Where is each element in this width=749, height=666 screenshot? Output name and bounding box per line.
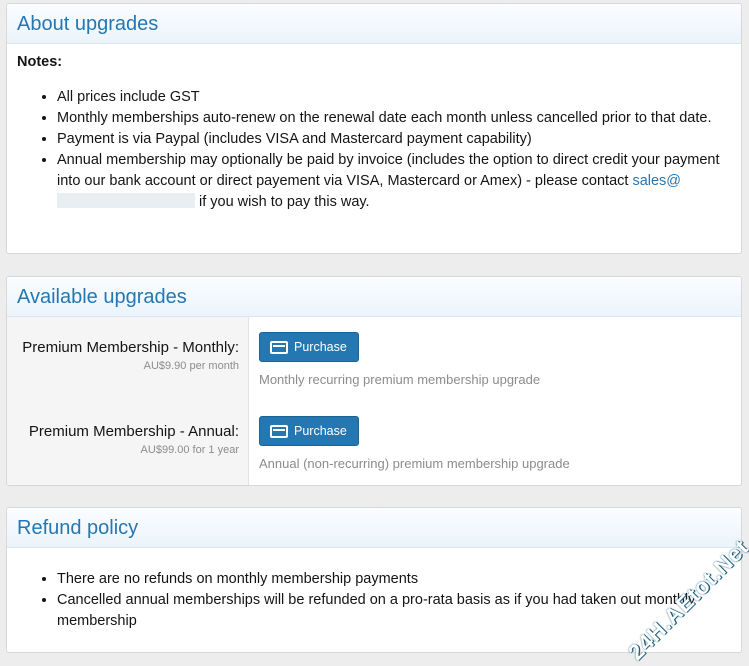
upgrade-price: AU$9.90 per month <box>143 360 239 372</box>
purchase-monthly-button[interactable]: Purchase <box>259 332 359 362</box>
list-item: Annual membership may optionally be paid… <box>57 150 741 213</box>
upgrade-description: Annual (non-recurring) premium membershi… <box>259 456 570 471</box>
purchase-button-label: Purchase <box>294 424 347 438</box>
upgrade-row-annual: Premium Membership - Annual: AU$99.00 fo… <box>7 401 741 485</box>
about-upgrades-block: About upgrades Notes: All prices include… <box>6 3 742 254</box>
upgrade-row-monthly: Premium Membership - Monthly: AU$9.90 pe… <box>7 317 741 401</box>
upgrade-price: AU$99.00 for 1 year <box>140 444 239 456</box>
redacted-email-domain <box>57 193 195 208</box>
credit-card-icon <box>270 424 288 438</box>
about-upgrades-title: About upgrades <box>7 4 741 44</box>
refund-policy-block: Refund policy There are no refunds on mo… <box>6 507 742 653</box>
credit-card-icon <box>270 340 288 354</box>
list-item: There are no refunds on monthly membersh… <box>57 569 741 590</box>
available-upgrades-block: Available upgrades Premium Membership - … <box>6 276 742 486</box>
sales-email-link[interactable]: sales@ <box>632 173 681 189</box>
list-item: Monthly memberships auto-renew on the re… <box>57 108 741 129</box>
upgrade-description: Monthly recurring premium membership upg… <box>259 372 541 387</box>
purchase-button-label: Purchase <box>294 340 347 354</box>
notes-label: Notes: <box>17 54 63 70</box>
available-upgrades-title: Available upgrades <box>7 277 741 317</box>
notes-list: All prices include GST Monthly membershi… <box>7 87 741 213</box>
upgrade-name: Premium Membership - Monthly: <box>22 339 239 356</box>
annual-invoice-suffix: if you wish to pay this way. <box>199 194 370 210</box>
list-item: All prices include GST <box>57 87 741 108</box>
list-item: Cancelled annual memberships will be ref… <box>57 590 741 632</box>
upgrade-name: Premium Membership - Annual: <box>28 423 239 440</box>
purchase-annual-button[interactable]: Purchase <box>259 416 359 446</box>
refund-list: There are no refunds on monthly membersh… <box>7 569 741 632</box>
annual-invoice-text: Annual membership may optionally be paid… <box>57 152 720 189</box>
refund-policy-title: Refund policy <box>7 508 741 548</box>
list-item: Payment is via Paypal (includes VISA and… <box>57 129 741 150</box>
